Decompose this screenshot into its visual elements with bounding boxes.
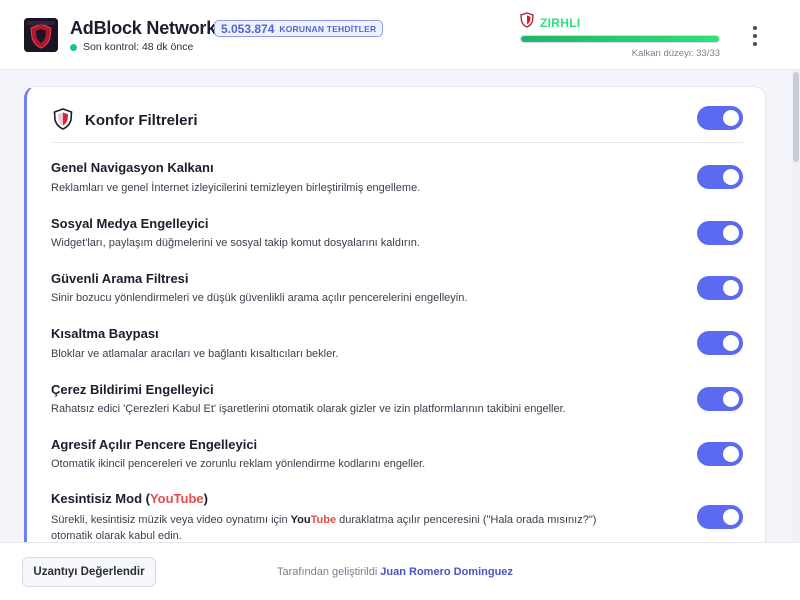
app-title: AdBlock Network	[70, 18, 217, 38]
shield-level-fill	[521, 36, 719, 42]
comfort-filters-card: Konfor Filtreleri Genel Navigasyon Kalka…	[24, 86, 766, 556]
filter-toggle-seamless-mode[interactable]	[697, 505, 743, 529]
card-title: Konfor Filtreleri	[85, 112, 198, 129]
filter-title-youtube: Kesintisiz Mod (YouTube)	[51, 491, 208, 506]
menu-dot	[753, 42, 757, 46]
kebab-menu-icon[interactable]	[746, 24, 764, 48]
shield-level-text: Kalkan düzeyi: 33/33	[631, 48, 720, 59]
toggle-knob	[723, 391, 739, 407]
filter-description: Sinir bozucu yönlendirmeleri ve düşük gü…	[51, 292, 468, 304]
card-header: Konfor Filtreleri	[51, 105, 743, 143]
scrollbar[interactable]	[792, 70, 800, 542]
filter-toggle-cookie-notice[interactable]	[697, 387, 743, 411]
credit-prefix: Tarafından geliştirildi	[277, 566, 378, 578]
developer-credit: Tarafından geliştirildi Juan Romero Domin…	[277, 566, 513, 578]
menu-dot	[753, 34, 757, 38]
filter-title: Sosyal Medya Engelleyici	[51, 216, 209, 231]
menu-dot	[753, 26, 757, 30]
filter-description: Widget'ları, paylaşım düğmelerini ve sos…	[51, 237, 420, 249]
youtube-you-text: You	[290, 514, 311, 526]
master-toggle[interactable]	[697, 106, 743, 130]
toggle-knob	[723, 110, 739, 126]
shield-status: ZIRHLI	[520, 12, 580, 33]
toggle-knob	[723, 446, 739, 462]
scrollbar-thumb[interactable]	[793, 72, 799, 162]
rate-extension-button[interactable]: Uzantıyı Değerlendir	[22, 557, 156, 587]
youtube-tube-text: Tube	[173, 491, 204, 506]
filter-title-part: )	[203, 491, 208, 506]
filter-title: Genel Navigasyon Kalkanı	[51, 160, 214, 175]
shield-icon	[520, 12, 534, 33]
filter-description: Rahatsız edici 'Çerezleri Kabul Et' işar…	[51, 403, 566, 415]
filter-title-part: Kesintisiz Mod (	[51, 491, 150, 506]
filter-toggle-shortener-bypass[interactable]	[697, 331, 743, 355]
threat-count-badge: 5.053.874 KORUNAN TEHDİTLER	[214, 20, 384, 37]
youtube-you-text: You	[149, 491, 174, 506]
filter-title: Güvenli Arama Filtresi	[51, 271, 189, 286]
app-header: AdBlock Network 5.053.874 KORUNAN TEHDİT…	[0, 0, 800, 70]
developer-name-link[interactable]: Juan Romero Dominguez	[380, 566, 513, 578]
filter-toggle-general-navigation[interactable]	[697, 165, 743, 189]
filter-toggle-safe-search[interactable]	[697, 276, 743, 300]
toggle-knob	[723, 509, 739, 525]
last-check-status: Son kontrol: 48 dk önce	[70, 41, 193, 53]
threat-count-label: KORUNAN TEHDİTLER	[279, 23, 377, 34]
filter-title: Agresif Açılır Pencere Engelleyici	[51, 437, 258, 452]
online-dot-icon	[70, 43, 77, 51]
toggle-knob	[723, 169, 739, 185]
threat-count: 5.053.874	[221, 21, 275, 36]
filter-description-youtube: Sürekli, kesintisiz müzik veya video oyn…	[51, 512, 631, 544]
shield-icon	[53, 108, 73, 135]
desc-part: Sürekli, kesintisiz müzik veya video oyn…	[51, 514, 291, 526]
toggle-knob	[723, 280, 739, 296]
toggle-knob	[723, 335, 739, 351]
youtube-tube-text: Tube	[310, 514, 337, 526]
shield-level-bar	[520, 35, 720, 43]
app-logo	[24, 18, 58, 52]
filter-toggle-social-media[interactable]	[697, 221, 743, 245]
last-check-text: Son kontrol: 48 dk önce	[83, 41, 194, 53]
filter-description: Bloklar ve atlamalar aracıları ve bağlan…	[51, 348, 339, 360]
footer: Uzantıyı Değerlendir Tarafından geliştir…	[0, 542, 800, 600]
filter-description: Reklamları ve genel İnternet izleyiciler…	[51, 182, 421, 194]
filter-toggle-popup-blocker[interactable]	[697, 442, 743, 466]
shield-status-text: ZIRHLI	[540, 15, 581, 30]
toggle-knob	[723, 225, 739, 241]
filter-description: Otomatik ikincil pencereleri ve zorunlu …	[51, 458, 426, 470]
filter-title: Kısaltma Baypası	[51, 326, 159, 341]
filter-title: Çerez Bildirimi Engelleyici	[51, 382, 214, 397]
